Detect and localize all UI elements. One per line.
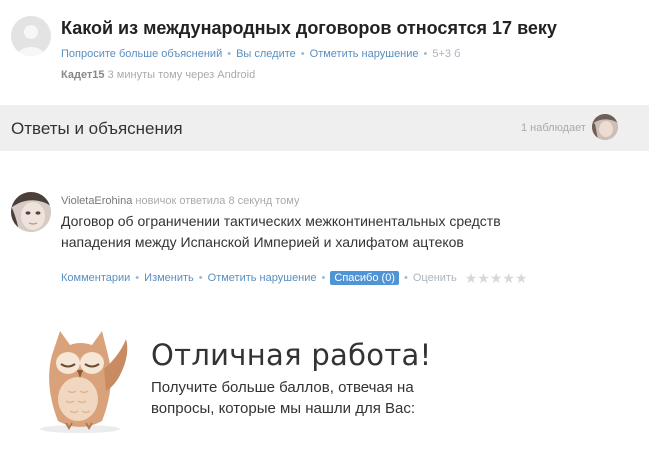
question-meta: Кадет15 3 минуты тому через Android — [61, 69, 255, 81]
question-block: Какой из международных договоров относят… — [0, 0, 649, 105]
question-author-avatar[interactable] — [11, 16, 51, 56]
answers-title: Ответы и объяснения — [11, 119, 183, 138]
answer-header: VioletaErohina новичок ответила 8 секунд… — [61, 195, 299, 207]
user-photo-icon — [592, 114, 618, 140]
separator-dot: • — [198, 272, 203, 284]
promo-text: Получите больше баллов, отвечая на вопро… — [151, 379, 416, 417]
separator-dot: • — [403, 272, 408, 284]
answers-header-bar: Ответы и объяснения 1 наблюдает — [0, 105, 649, 151]
report-answer-link[interactable]: Отметить нарушение — [208, 272, 317, 284]
question-points: 5+3 б — [432, 48, 461, 60]
user-photo-icon — [11, 192, 51, 232]
star-icon[interactable]: ★ — [477, 271, 490, 285]
comments-link[interactable]: Комментарии — [61, 272, 130, 284]
answer-block: VioletaErohina новичок ответила 8 секунд… — [0, 151, 649, 301]
promo-block: Отличная работа! Получите больше баллов,… — [0, 301, 649, 455]
watcher-avatar[interactable] — [592, 114, 618, 140]
default-avatar-icon — [11, 16, 51, 56]
question-actions: Попросите больше объяснений • Вы следите • О… — [61, 48, 460, 60]
follow-link[interactable]: Вы следите — [236, 48, 296, 60]
rate-label: Оценить — [412, 272, 457, 284]
star-icon[interactable]: ★ — [490, 271, 503, 285]
answer-status: новичок ответила 8 секунд тому — [135, 195, 300, 207]
question-author-link[interactable]: Кадет15 — [61, 69, 105, 81]
ask-more-explanations-link[interactable]: Попросите больше объяснений — [61, 48, 222, 60]
answer-actions: Комментарии • Изменить • Отметить нарушение •… — [61, 271, 528, 285]
star-icon[interactable]: ★ — [515, 271, 528, 285]
edit-link[interactable]: Изменить — [144, 272, 194, 284]
watchers-count: 1 наблюдает — [521, 122, 586, 134]
separator-dot: • — [227, 48, 232, 60]
rating-stars: ★ ★ ★ ★ ★ — [465, 271, 528, 285]
answer-author-avatar[interactable] — [11, 192, 51, 232]
star-icon[interactable]: ★ — [465, 271, 478, 285]
report-question-link[interactable]: Отметить нарушение — [310, 48, 419, 60]
answer-author-link[interactable]: VioletaErohina — [61, 195, 132, 207]
question-time: 3 минуты тому через Android — [107, 69, 256, 81]
separator-dot: • — [300, 48, 305, 60]
owl-mascot-icon — [30, 325, 140, 435]
star-icon[interactable]: ★ — [502, 271, 515, 285]
separator-dot: • — [423, 48, 428, 60]
separator-dot: • — [135, 272, 140, 284]
thanks-button[interactable]: Спасибо (0) — [330, 271, 399, 285]
separator-dot: • — [321, 272, 326, 284]
promo-title: Отличная работа! — [151, 338, 432, 372]
answer-text: Договор об ограничении тактических межко… — [61, 213, 501, 250]
question-title: Какой из международных договоров относят… — [61, 18, 557, 38]
